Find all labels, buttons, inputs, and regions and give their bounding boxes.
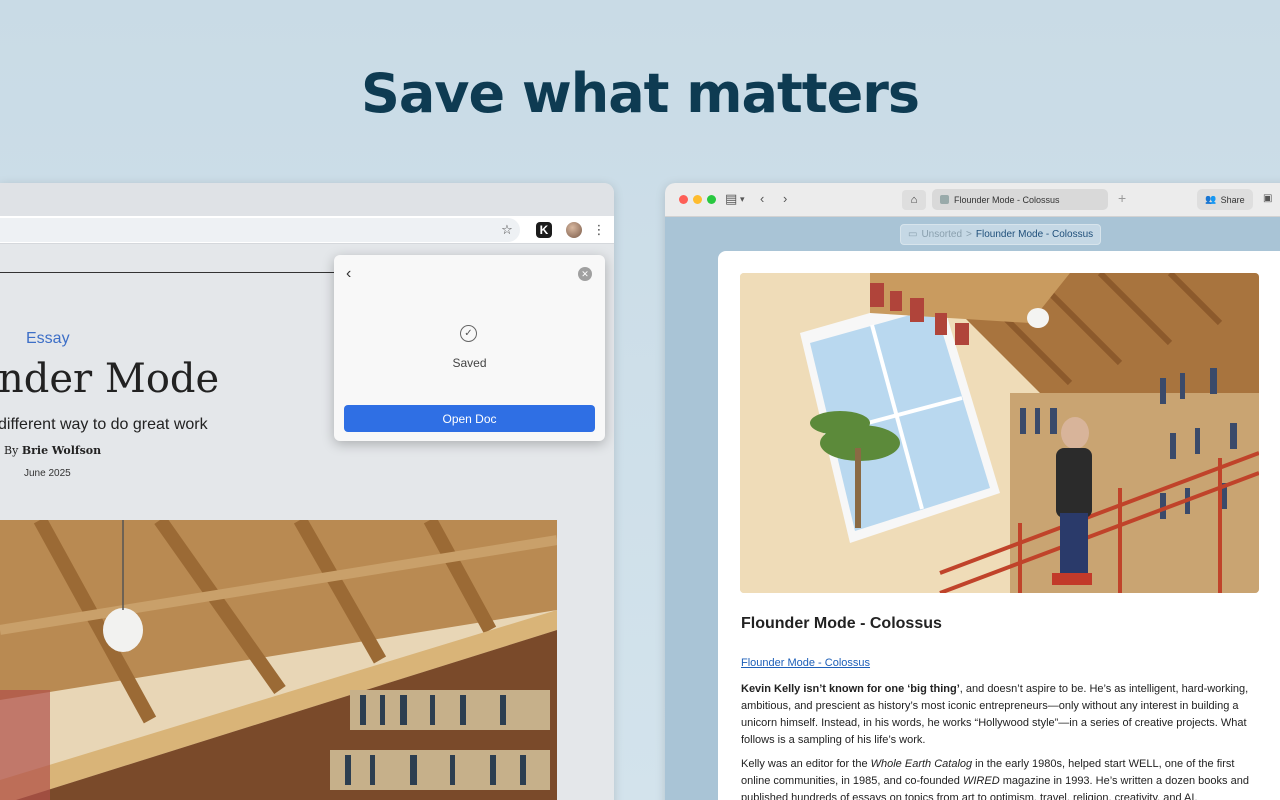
folder-icon: ▭ (908, 229, 918, 240)
minimize-window-button[interactable] (693, 195, 702, 204)
share-button[interactable]: 👥 Share (1197, 189, 1253, 210)
article-date: June 2025 (24, 468, 71, 479)
zoom-window-button[interactable] (707, 195, 716, 204)
left-toolbar: ☆ K ⋮ (0, 216, 614, 244)
document-title: Flounder Mode - Colossus (741, 615, 942, 632)
new-tab-plus-icon[interactable]: + (1118, 190, 1126, 206)
open-doc-button[interactable]: Open Doc (344, 405, 595, 432)
tab-favicon-icon (940, 195, 949, 204)
page-headline: Save what matters (360, 62, 920, 125)
header-divider (0, 272, 360, 273)
save-popup: ‹ ✕ ✓ Saved Open Doc (334, 255, 605, 441)
article-category[interactable]: Essay (26, 330, 70, 348)
back-chevron-icon[interactable]: ‹ (346, 265, 351, 283)
people-icon: 👥 (1205, 194, 1217, 204)
paragraph-1-lead: Kevin Kelly isn’t known for one ‘big thi… (741, 683, 960, 695)
kebab-menu-icon[interactable]: ⋮ (589, 220, 609, 240)
article-author[interactable]: Brie Wolfson (22, 444, 101, 457)
chevron-down-icon[interactable]: ▾ (740, 194, 745, 205)
breadcrumb-current[interactable]: Flounder Mode - Colossus (976, 229, 1093, 240)
paragraph-2-italic-2: WIRED (962, 775, 1000, 787)
document-source-link[interactable]: Flounder Mode - Colossus (741, 657, 870, 669)
library-photo-right (740, 273, 1259, 593)
article-hero-image (0, 520, 557, 800)
right-app-window: ▤ ▾ ‹ › ⌂ Flounder Mode - Colossus + 👥 S… (665, 183, 1280, 800)
forward-arrow-icon[interactable]: › (783, 191, 787, 206)
bookmark-star-icon[interactable]: ☆ (497, 220, 517, 240)
left-tab-strip (0, 183, 614, 216)
tab-title: Flounder Mode - Colossus (954, 194, 1060, 205)
close-icon[interactable]: ✕ (578, 267, 592, 281)
back-arrow-icon[interactable]: ‹ (760, 191, 764, 206)
right-toolbar: ▤ ▾ ‹ › ⌂ Flounder Mode - Colossus + 👥 S… (665, 183, 1280, 217)
article-subtitle: different way to do great work (0, 416, 208, 433)
close-window-button[interactable] (679, 195, 688, 204)
breadcrumb-folder[interactable]: Unsorted (921, 229, 962, 240)
sidebar-toggle-icon[interactable]: ▤ (725, 191, 737, 207)
address-bar[interactable] (0, 218, 520, 242)
left-browser-window: ☆ K ⋮ Essay nder Mode different way to d… (0, 183, 614, 800)
library-photo-left (0, 520, 557, 800)
paragraph-2-part-a: Kelly was an editor for the (741, 758, 871, 770)
breadcrumb-separator: > (966, 229, 972, 240)
active-tab[interactable]: Flounder Mode - Colossus (932, 189, 1108, 210)
checkmark-icon: ✓ (460, 325, 477, 342)
document-hero-image (740, 273, 1259, 593)
paragraph-2-italic-1: Whole Earth Catalog (870, 758, 973, 770)
byline-prefix: By (4, 444, 19, 457)
profile-avatar[interactable] (566, 222, 582, 238)
saved-status: Saved (452, 356, 487, 370)
media-play-icon[interactable]: ▣ (1263, 193, 1272, 204)
share-label: Share (1220, 194, 1245, 205)
document-paragraph-2: Kelly was an editor for the Whole Earth … (741, 756, 1261, 800)
document-paragraph-1: Kevin Kelly isn’t known for one ‘big thi… (741, 681, 1261, 749)
home-icon[interactable]: ⌂ (902, 190, 926, 210)
article-title: nder Mode (0, 356, 220, 402)
saved-document: Flounder Mode - Colossus Flounder Mode -… (718, 251, 1280, 800)
article-byline: By Brie Wolfson (4, 444, 101, 457)
breadcrumb: ▭ Unsorted > Flounder Mode - Colossus (900, 224, 1102, 245)
extension-icon[interactable]: K (536, 222, 552, 238)
